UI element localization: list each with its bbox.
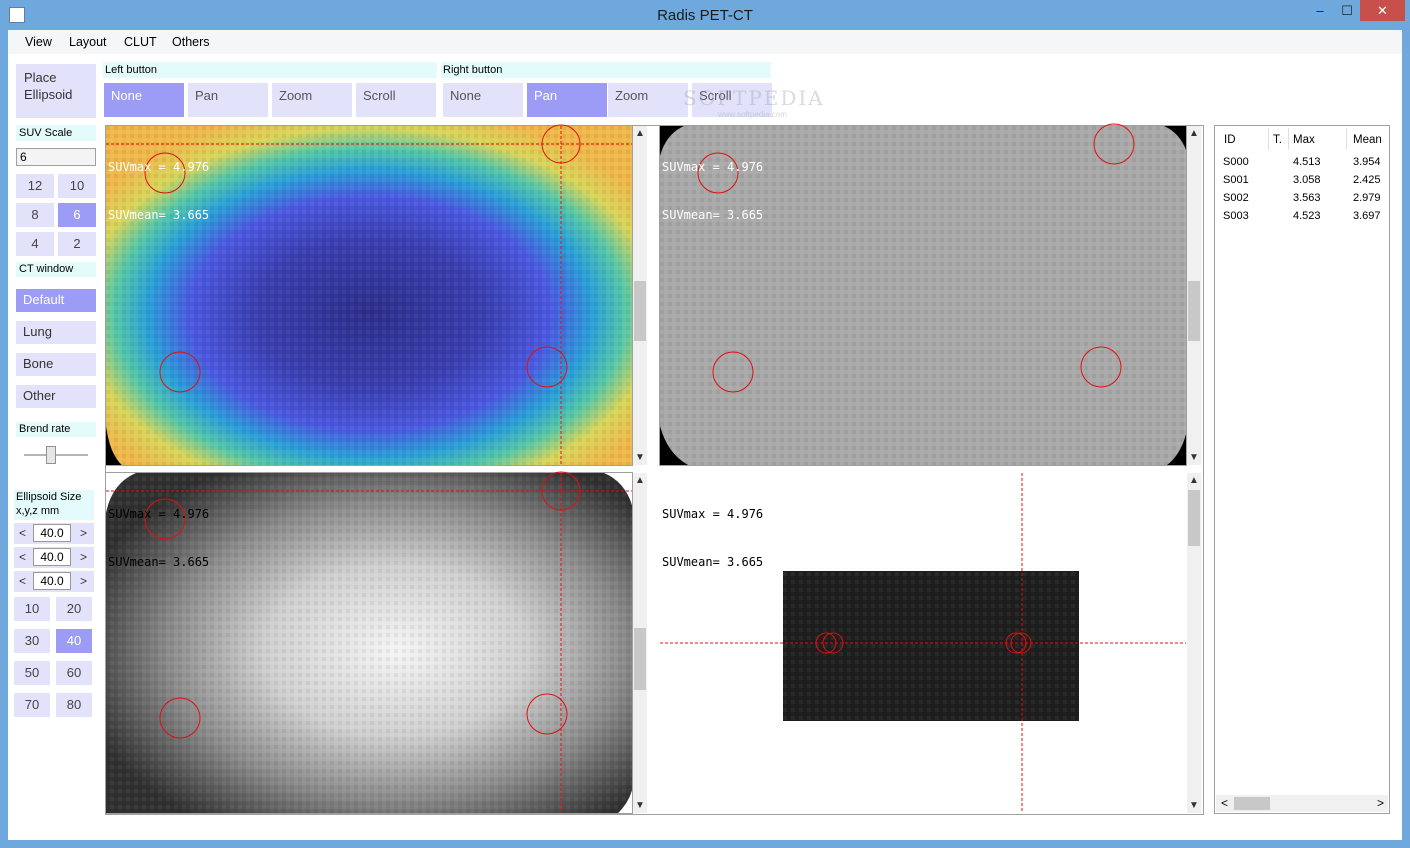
ct-suv-overlay: SUVmax = 4.976 SUVmean= 3.665 bbox=[662, 127, 763, 239]
cell-id: S000 bbox=[1223, 156, 1249, 168]
table-row[interactable]: S003 4.523 3.697 bbox=[1215, 208, 1389, 226]
table-header-max[interactable]: Max bbox=[1293, 134, 1315, 146]
suvmean-text: SUVmean= 3.665 bbox=[662, 208, 764, 222]
cell-max: 4.523 bbox=[1293, 210, 1321, 222]
suvmax-text: SUVmax = 4.976 bbox=[662, 160, 764, 174]
table-hscrollbar[interactable]: < > bbox=[1216, 795, 1388, 812]
suvmax-text: SUVmax = 4.976 bbox=[108, 507, 210, 521]
column-divider bbox=[1288, 128, 1289, 150]
table-row[interactable]: S002 3.563 2.979 bbox=[1215, 190, 1389, 208]
column-divider bbox=[1268, 128, 1269, 150]
table-header-id[interactable]: ID bbox=[1224, 134, 1236, 146]
roi-circle bbox=[159, 351, 201, 393]
roi-circle bbox=[712, 351, 754, 393]
table-row[interactable]: S000 4.513 3.954 bbox=[1215, 154, 1389, 172]
roi-circle bbox=[1093, 123, 1135, 165]
cell-mean: 3.697 bbox=[1353, 210, 1381, 222]
pet-suv-overlay: SUVmax = 4.976 SUVmean= 3.665 bbox=[108, 127, 209, 239]
scroll-left-icon[interactable]: < bbox=[1221, 796, 1228, 810]
table-row[interactable]: S001 3.058 2.425 bbox=[1215, 172, 1389, 190]
pet-gray-suv-overlay: SUVmax = 4.976 SUVmean= 3.665 bbox=[108, 474, 209, 586]
suvmax-text: SUVmax = 4.976 bbox=[662, 507, 764, 521]
cell-max: 4.513 bbox=[1293, 156, 1321, 168]
suvmean-text: SUVmean= 3.665 bbox=[108, 555, 210, 569]
column-divider bbox=[1346, 128, 1347, 150]
suvmean-text: SUVmean= 3.665 bbox=[108, 208, 210, 222]
cell-id: S001 bbox=[1223, 174, 1249, 186]
suvmean-text: SUVmean= 3.665 bbox=[662, 555, 764, 569]
cell-id: S002 bbox=[1223, 192, 1249, 204]
scroll-right-icon[interactable]: > bbox=[1377, 796, 1384, 810]
roi-circle bbox=[159, 697, 201, 739]
cell-max: 3.563 bbox=[1293, 192, 1321, 204]
table-header-t[interactable]: T. bbox=[1273, 134, 1282, 146]
cell-mean: 3.954 bbox=[1353, 156, 1381, 168]
cell-mean: 2.425 bbox=[1353, 174, 1381, 186]
roi-circle bbox=[1080, 346, 1122, 388]
roi-table bbox=[1214, 125, 1390, 814]
cell-max: 3.058 bbox=[1293, 174, 1321, 186]
suvmax-text: SUVmax = 4.976 bbox=[108, 160, 210, 174]
table-header-mean[interactable]: Mean bbox=[1353, 134, 1382, 146]
cell-mean: 2.979 bbox=[1353, 192, 1381, 204]
hscroll-thumb[interactable] bbox=[1234, 797, 1270, 810]
coronal-suv-overlay: SUVmax = 4.976 SUVmean= 3.665 bbox=[662, 474, 763, 586]
table-body: S000 4.513 3.954 S001 3.058 2.425 S002 3… bbox=[1215, 154, 1389, 226]
cell-id: S003 bbox=[1223, 210, 1249, 222]
